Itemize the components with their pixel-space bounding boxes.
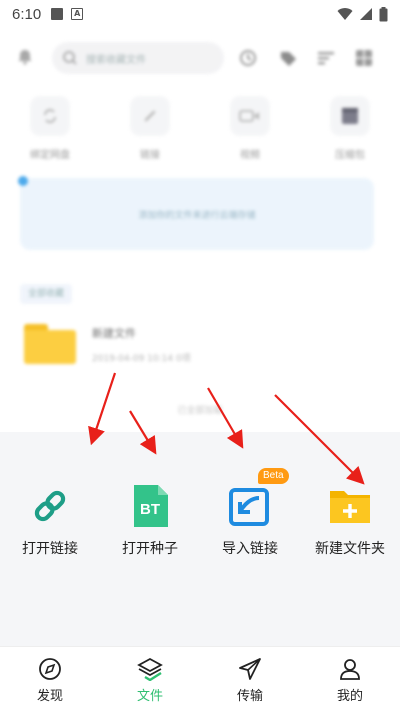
list-item[interactable]: 新建文件 2019-04-09 10:14 0项 [24, 324, 191, 364]
shortcut-row: 绑定网盘 链接 视频 压缩包 [0, 96, 400, 161]
open-torrent-button[interactable]: BT 打开种子 [100, 482, 200, 558]
notification-icon [51, 8, 64, 20]
bottom-nav: 发现 文件 传输 我的 [0, 646, 400, 710]
status-bar: 6:10 A [0, 0, 400, 28]
shortcut-label: 压缩包 [335, 150, 365, 161]
archive-icon [342, 108, 358, 124]
shortcut-label: 链接 [140, 150, 160, 161]
layers-icon [137, 657, 163, 681]
nav-transfer[interactable]: 传输 [200, 647, 300, 710]
sort-icon[interactable] [316, 48, 336, 68]
shortcut-archive[interactable]: 压缩包 [300, 96, 400, 161]
beta-badge: Beta [258, 468, 289, 484]
app-notification-icon: A [71, 8, 84, 20]
shortcut-label: 视频 [240, 150, 260, 161]
grid-view-icon[interactable] [354, 48, 374, 68]
compass-icon [39, 658, 61, 680]
nav-label: 文件 [136, 689, 163, 704]
nav-label: 发现 [36, 689, 63, 704]
shortcut-label: 绑定网盘 [30, 150, 70, 161]
background-page: 搜索收藏文件 绑定网盘 链接 视频 压缩包 添加你的文件来进行云端存储 全部收藏 [0, 28, 400, 432]
import-link-button[interactable]: Beta 导入链接 [200, 468, 300, 558]
signal-icon [360, 8, 372, 20]
status-time: 6:10 [12, 5, 42, 23]
nav-label: 传输 [236, 689, 263, 704]
upload-hint-card[interactable]: 添加你的文件来进行云端存储 [18, 176, 374, 250]
tag-icon[interactable] [278, 48, 298, 68]
user-icon [340, 659, 360, 680]
nav-me[interactable]: 我的 [300, 647, 400, 710]
battery-icon [379, 6, 388, 21]
link-icon [34, 490, 66, 522]
open-link-label: 打开链接 [22, 541, 78, 557]
shortcut-video[interactable]: 视频 [200, 96, 300, 161]
import-link-label: 导入链接 [222, 541, 278, 557]
link-small-icon [144, 110, 156, 122]
refresh-icon [44, 109, 56, 123]
paper-plane-icon [239, 658, 261, 680]
shortcut-link[interactable]: 链接 [100, 96, 200, 161]
top-bar: 搜索收藏文件 [0, 36, 400, 80]
new-folder-icon [330, 491, 370, 523]
shortcut-cloud-drive[interactable]: 绑定网盘 [0, 96, 100, 161]
bell-icon [18, 50, 32, 65]
new-folder-button[interactable]: 新建文件夹 [300, 482, 400, 558]
folder-icon [24, 324, 76, 364]
open-link-button[interactable]: 打开链接 [0, 482, 100, 558]
history-icon[interactable] [238, 48, 258, 68]
new-action-sheet: 打开链接 BT 打开种子 Beta 导入链接 新建文件夹 [0, 432, 400, 646]
video-icon [239, 110, 259, 122]
bt-torrent-icon: BT [134, 485, 168, 527]
folder-name: 新建文件 [92, 326, 136, 340]
wifi-icon [337, 8, 353, 20]
search-input[interactable]: 搜索收藏文件 [52, 42, 224, 74]
search-placeholder: 搜索收藏文件 [86, 54, 146, 66]
new-folder-label: 新建文件夹 [315, 541, 385, 557]
nav-files[interactable]: 文件 [100, 647, 200, 710]
folder-meta: 2019-04-09 10:14 0项 [92, 353, 191, 364]
upload-hint-text: 添加你的文件来进行云端存储 [138, 210, 256, 221]
upload-badge-icon [18, 176, 28, 186]
all-loaded-text: 已全部加载 [177, 406, 223, 416]
open-torrent-label: 打开种子 [122, 541, 178, 557]
nav-discover[interactable]: 发现 [0, 647, 100, 710]
nav-label: 我的 [336, 689, 363, 704]
search-icon [63, 51, 77, 65]
import-link-icon [229, 488, 269, 526]
bt-icon-text: BT [140, 501, 160, 518]
recent-section-label: 全部收藏 [20, 284, 73, 304]
